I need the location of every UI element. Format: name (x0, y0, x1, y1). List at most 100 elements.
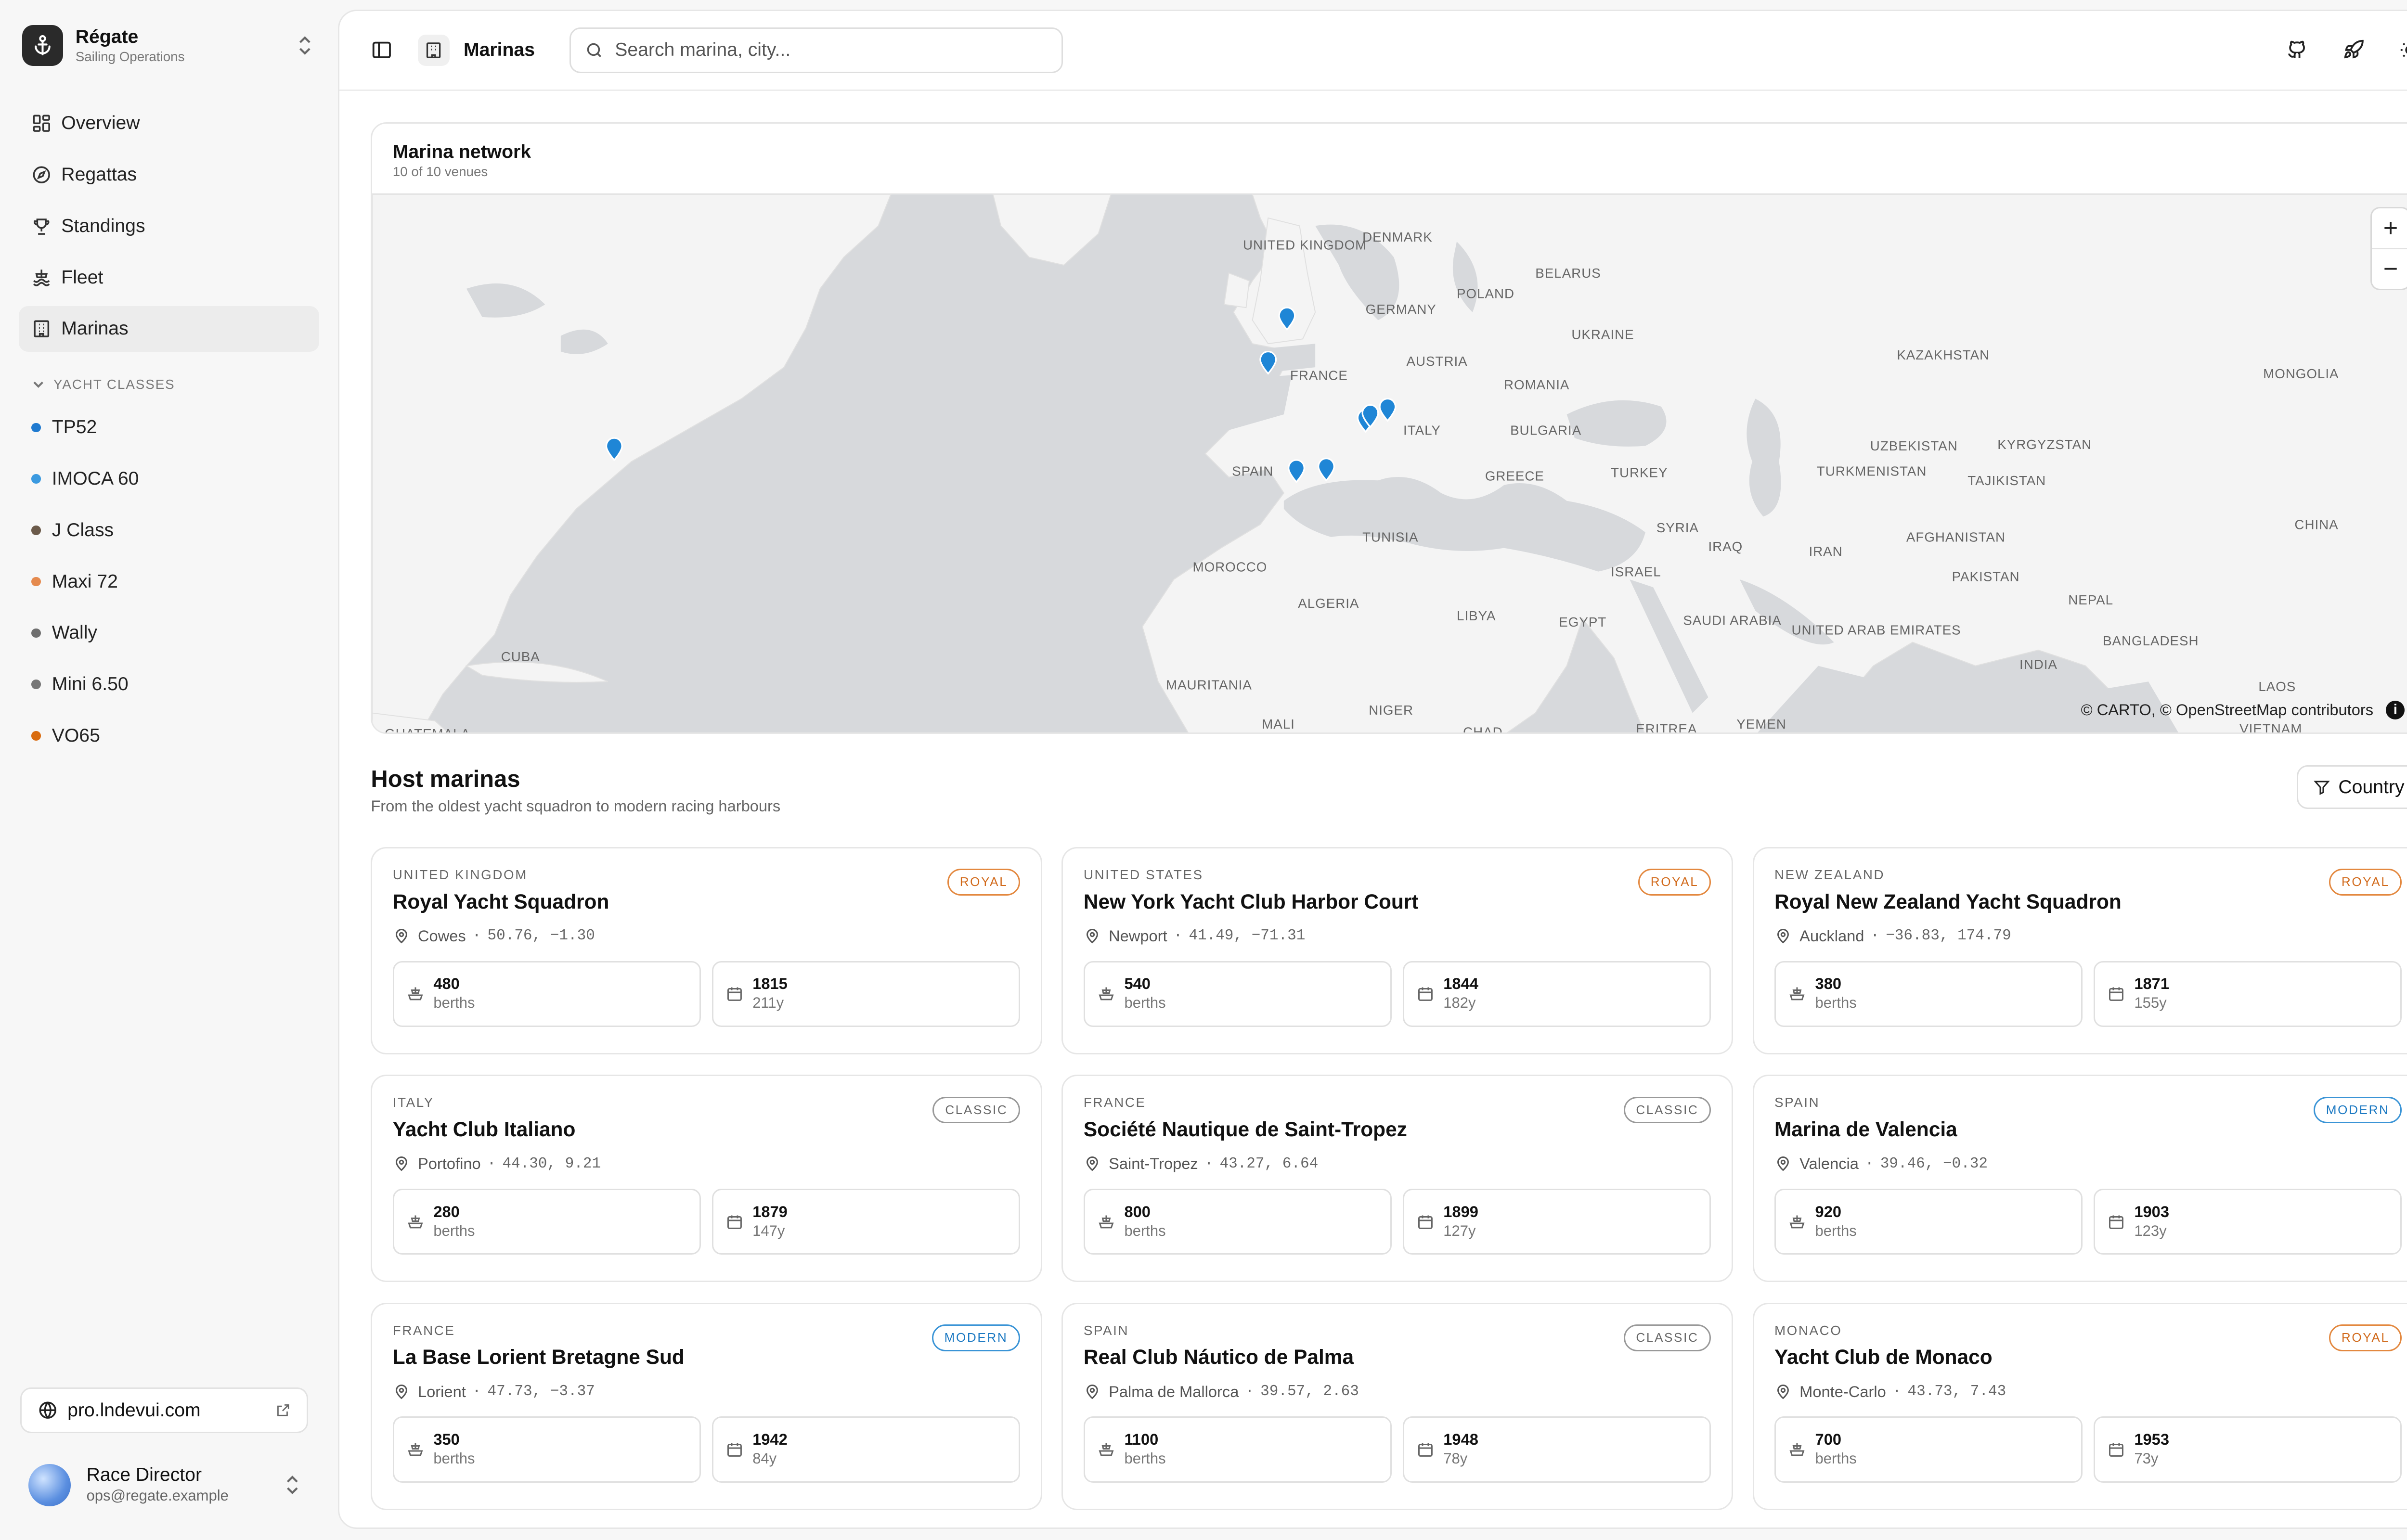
marina-country: SPAIN (1083, 1322, 1129, 1338)
label-turkmenistan: TURKMENISTAN (1817, 464, 1927, 479)
class-item-vo65[interactable]: VO65 (19, 713, 319, 759)
yacht-classes-toggle[interactable]: YACHT CLASSES (19, 377, 319, 392)
founded-year: 1879 (752, 1202, 788, 1220)
founded-stat: 1903 123y (2093, 1188, 2402, 1255)
nav-item-overview[interactable]: Overview (19, 101, 319, 146)
marina-coords-separator: · (1870, 927, 1880, 945)
berths-value: 1100 (1124, 1430, 1159, 1449)
marina-card[interactable]: FRANCE La Base Lorient Bretagne Sud Lori… (371, 1302, 1042, 1510)
ship-icon (1789, 987, 1805, 1001)
berths-stat: 350 berths (392, 1416, 701, 1483)
marina-location: Auckland · −36.83, 174.79 (1774, 927, 2402, 945)
github-icon[interactable] (2283, 36, 2311, 64)
marina-coords-separator: · (472, 1383, 481, 1400)
class-label: VO65 (52, 725, 100, 746)
attribution-text[interactable]: © CARTO, © OpenStreetMap contributors (2081, 701, 2373, 719)
map-canvas[interactable]: UNITED KINGDOM DENMARK BELARUS POLAND GE… (372, 194, 2407, 732)
marina-stats: 700 berths 1953 73y (1774, 1416, 2402, 1483)
label-kazakhstan: KAZAKHSTAN (1897, 347, 1990, 362)
marina-card[interactable]: FRANCE Société Nautique de Saint-Tropez … (1061, 1075, 1733, 1283)
ship-icon (1099, 1215, 1114, 1229)
land-cuba (465, 661, 608, 683)
class-label: TP52 (52, 417, 97, 438)
founded-stat: 1871 155y (2093, 961, 2402, 1027)
label-germany: GERMANY (1366, 302, 1436, 317)
marina-country: UNITED STATES (1083, 867, 1204, 882)
sun-icon[interactable] (2396, 36, 2407, 64)
berths-value: 800 (1124, 1202, 1151, 1220)
zoom-out-button[interactable]: − (2372, 249, 2407, 289)
label-uk-1: UNITED KINGDOM (1243, 238, 1367, 253)
class-item-wally[interactable]: Wally (19, 610, 319, 656)
search-box[interactable] (569, 27, 1063, 73)
marina-name: Royal New Zealand Yacht Squadron (1774, 890, 2122, 913)
marina-city: Newport (1109, 926, 1167, 945)
class-item-tp52[interactable]: TP52 (19, 405, 319, 450)
founded-stat: 1953 73y (2093, 1416, 2402, 1483)
label-france: FRANCE (1290, 368, 1348, 383)
marina-location: Palma de Mallorca · 39.57, 2.63 (1084, 1383, 1711, 1401)
tier-badge: ROYAL (2329, 869, 2402, 896)
site-link[interactable]: pro.lndevui.com (20, 1387, 308, 1433)
nav-item-standings[interactable]: Standings (19, 203, 319, 249)
class-dot (31, 731, 41, 741)
founded-year: 1815 (752, 975, 788, 993)
tier-badge: ROYAL (1638, 869, 1711, 896)
country-filter-button[interactable]: Country (2296, 765, 2407, 809)
marina-grid: UNITED KINGDOM Royal Yacht Squadron Cowe… (371, 847, 2407, 1510)
nav-item-regattas[interactable]: Regattas (19, 152, 319, 198)
berths-value: 920 (1815, 1202, 1842, 1220)
marina-card[interactable]: UNITED KINGDOM Royal Yacht Squadron Cowe… (371, 847, 1042, 1054)
label-italy: ITALY (1403, 423, 1441, 438)
search-input[interactable] (615, 39, 1024, 61)
section-subtitle: From the oldest yacht squadron to modern… (371, 796, 781, 815)
class-item-maxi-72[interactable]: Maxi 72 (19, 559, 319, 604)
chevrons-up-down-icon (281, 1474, 303, 1496)
label-egypt: EGYPT (1559, 615, 1607, 629)
berths-value: 380 (1815, 975, 1842, 993)
label-nepal: NEPAL (2069, 593, 2114, 608)
nav-item-fleet[interactable]: Fleet (19, 255, 319, 300)
label-pakistan: PAKISTAN (1952, 569, 2020, 584)
zoom-in-button[interactable]: + (2371, 208, 2407, 250)
nav-label: Regattas (61, 164, 137, 185)
class-item-imoca-60[interactable]: IMOCA 60 (19, 456, 319, 502)
label-morocco: MOROCCO (1193, 560, 1268, 575)
map-pin-icon (1086, 929, 1098, 944)
marina-name: Société Nautique de Saint-Tropez (1083, 1117, 1407, 1141)
class-item-mini-650[interactable]: Mini 6.50 (19, 662, 319, 707)
user-menu[interactable]: Race Director ops@regate.example (28, 1460, 303, 1510)
marina-card[interactable]: MONACO Yacht Club de Monaco Monte-Carlo … (1752, 1302, 2407, 1510)
label-iraq: IRAQ (1708, 539, 1743, 554)
class-item-j-class[interactable]: J Class (19, 508, 319, 553)
class-label: Mini 6.50 (52, 674, 129, 695)
marina-card[interactable]: SPAIN Marina de Valencia Valencia · 39.4… (1752, 1075, 2407, 1283)
marina-stats: 1100 berths 1948 78y (1083, 1416, 1711, 1483)
sidebar-toggle-icon[interactable] (368, 36, 396, 64)
founded-year: 1903 (2134, 1202, 2169, 1220)
marina-card[interactable]: ITALY Yacht Club Italiano Portofino · 44… (371, 1075, 1042, 1283)
marina-city: Auckland (1799, 926, 1864, 945)
rocket-icon[interactable] (2339, 36, 2368, 64)
berths-label: berths (1815, 1222, 1857, 1239)
berths-stat: 920 berths (1774, 1188, 2083, 1255)
chevron-down-icon (33, 382, 44, 388)
info-icon[interactable]: i (2386, 700, 2405, 719)
marina-card[interactable]: UNITED STATES New York Yacht Club Harbor… (1061, 847, 1733, 1054)
calendar-icon (2109, 987, 2123, 1001)
building-icon (34, 320, 50, 338)
class-label: J Class (52, 519, 114, 540)
brand-switcher[interactable]: Régate Sailing Operations (19, 22, 319, 69)
marina-coords: 41.49, −71.31 (1189, 927, 1306, 945)
berths-label: berths (1815, 1450, 1857, 1467)
marina-card[interactable]: SPAIN Real Club Náutico de Palma Palma d… (1061, 1302, 1733, 1510)
marina-coords: −36.83, 174.79 (1886, 927, 2011, 945)
marina-country: MONACO (1774, 1322, 1842, 1338)
nav-item-marinas[interactable]: Marinas (19, 306, 319, 352)
ship-icon (408, 987, 423, 1001)
label-mauritania: MAURITANIA (1166, 678, 1252, 693)
marina-location: Newport · 41.49, −71.31 (1084, 927, 1711, 945)
marina-card[interactable]: NEW ZEALAND Royal New Zealand Yacht Squa… (1752, 847, 2407, 1054)
user-name: Race Director (86, 1464, 202, 1485)
label-algeria: ALGERIA (1298, 596, 1359, 611)
